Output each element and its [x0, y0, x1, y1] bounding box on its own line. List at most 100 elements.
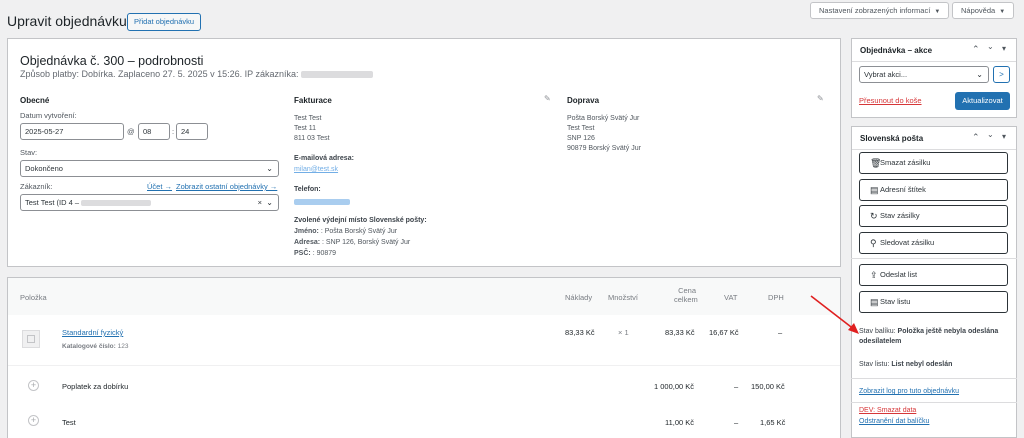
other-orders-link[interactable]: Zobrazit ostatní objednávky → [176, 182, 277, 191]
clear-icon[interactable]: × [258, 195, 262, 210]
order-items-panel: Položka Náklady Množství Cena celkem VAT … [7, 277, 841, 438]
order-actions-title: Objednávka – akce [860, 46, 933, 55]
order-meta-text: Způsob platby: Dobírka. Zaplaceno 27. 5.… [20, 69, 299, 79]
pickup-address-label: Adresa: [294, 239, 321, 246]
chevron-down-icon[interactable]: ⌄ [987, 130, 994, 139]
col-dph: DPH [768, 293, 784, 302]
shipping-line: 90879 Borský Svätý Jur [567, 145, 641, 152]
send-list-button[interactable]: ⇪ Odeslat list [859, 264, 1008, 286]
time-colon: : [172, 127, 175, 136]
pickup-zip-label: PSČ: [294, 250, 311, 257]
chevron-up-icon[interactable]: ⌃ [972, 44, 980, 55]
pickup-address: Adresa: : SNP 126, Borský Svätý Jur [294, 238, 410, 248]
order-details-panel: Objednávka č. 300 – podrobnosti Způsob p… [7, 38, 841, 267]
shipping-line: Test Test [567, 125, 595, 132]
col-total-l1: Cena [678, 286, 696, 295]
parcel-status-button[interactable]: ↻ Stav zásilky [859, 205, 1008, 227]
col-total: Cena celkem [674, 286, 698, 304]
annotation-arrow-icon [810, 295, 859, 334]
trash-icon: 🗑 [870, 158, 882, 168]
fee-dph: 1,65 Kč [760, 418, 786, 427]
date-created-label: Datum vytvoření: [20, 111, 77, 120]
sku-label: Katalogové číslo: [62, 343, 116, 350]
address-label-button[interactable]: ▤ Adresní štítek [859, 179, 1008, 201]
box-divider [852, 149, 1016, 150]
delete-parcel-button[interactable]: 🗑 Smazat zásilku [859, 152, 1008, 174]
help-button[interactable]: Nápověda ▼ [952, 2, 1015, 19]
list-status-value: List nebyl odeslán [891, 361, 953, 368]
button-label: Stav zásilky [880, 211, 920, 220]
button-label: Stav listu [880, 297, 911, 306]
chevron-down-icon: ⌄ [266, 164, 273, 173]
billing-line: Test 11 [294, 125, 317, 132]
document-icon: ▤ [870, 185, 879, 195]
email-link[interactable]: milan@test.sk [294, 166, 338, 173]
button-label: Adresní štítek [880, 185, 926, 194]
slovak-post-title: Slovenská pošta [860, 134, 924, 143]
search-icon: ⚲ [870, 238, 877, 248]
page-title: Upravit objednávku [7, 13, 127, 29]
col-item: Položka [20, 293, 47, 302]
list-status-label: Stav listu: [859, 361, 890, 368]
fee-dph: 150,00 Kč [751, 382, 785, 391]
chevron-down-icon: ⌄ [266, 198, 273, 207]
chevron-up-icon[interactable]: ⌃ [972, 132, 980, 143]
status-select[interactable]: Dokončeno ⌄ [20, 160, 279, 177]
box-divider [851, 258, 1017, 259]
customer-select[interactable]: Test Test (ID 4 – × ⌄ [20, 194, 279, 211]
status-value: Dokončeno [25, 164, 63, 173]
caret-down-icon[interactable]: ▾ [1002, 132, 1006, 141]
col-qty: Množství [608, 293, 639, 302]
at-sign: @ [127, 127, 135, 136]
hour-input[interactable]: 08 [138, 123, 170, 140]
fee-vat: – [734, 382, 739, 391]
order-heading: Objednávka č. 300 – podrobnosti [20, 54, 204, 68]
view-log-link[interactable]: Zobrazit log pro tuto objednávku [859, 388, 959, 395]
edit-shipping-pencil-icon[interactable]: ✎ [817, 94, 824, 103]
product-cost: 83,33 Kč [565, 328, 595, 337]
button-label: Sledovat zásilku [880, 238, 935, 247]
email-label: E-mailová adresa: [294, 155, 354, 162]
fee-total: 1 000,00 Kč [654, 382, 695, 391]
screen-options-button[interactable]: Nastavení zobrazených informací ▼ [810, 2, 950, 19]
fee-vat: – [734, 418, 739, 427]
order-action-value: Vybrat akci... [864, 70, 908, 79]
move-to-trash-link[interactable]: Přesunout do koše [859, 96, 922, 105]
product-sku: Katalogové číslo: 123 [62, 343, 129, 350]
dev-delete-link[interactable]: DEV: Smazat data [859, 407, 916, 414]
fee-total: 11,00 Kč [665, 418, 695, 427]
billing-line: Test Test [294, 115, 322, 122]
pickup-name-label: Jméno: [294, 228, 319, 235]
edit-billing-pencil-icon[interactable]: ✎ [544, 94, 551, 103]
parcel-status-text: Stav balíku: Položka ještě nebyla odeslá… [859, 327, 1009, 347]
button-label: Smazat zásilku [880, 158, 931, 167]
box-divider [851, 402, 1017, 403]
pickup-address-value: : SNP 126, Borský Svätý Jur [322, 239, 411, 246]
image-placeholder-icon [27, 335, 35, 343]
col-total-l2: celkem [674, 295, 698, 304]
pickup-name: Jméno: : Pošta Borský Svätý Jur [294, 227, 397, 237]
order-action-select[interactable]: Vybrat akci... ⌄ [859, 66, 989, 83]
product-qty: × 1 [618, 328, 629, 337]
remove-parcel-data-link[interactable]: Odstranění dat balíčku [859, 418, 929, 425]
list-status-button[interactable]: ▤ Stav listu [859, 291, 1008, 313]
customer-value: Test Test (ID 4 – [25, 198, 80, 207]
box-divider [851, 378, 1017, 379]
apply-action-button[interactable]: > [993, 66, 1010, 83]
caret-down-icon: ▼ [999, 9, 1006, 15]
add-order-button[interactable]: Přidat objednávku [127, 13, 202, 31]
list-status-text: Stav listu: List nebyl odeslán [859, 361, 1009, 368]
date-created-input[interactable]: 2025-05-27 [20, 123, 124, 140]
update-button[interactable]: Aktualizovat [955, 92, 1010, 110]
product-dph: – [778, 328, 783, 337]
billing-title: Fakturace [294, 96, 332, 105]
chevron-down-icon[interactable]: ⌄ [987, 42, 994, 51]
row-divider [8, 365, 840, 366]
caret-down-icon[interactable]: ▾ [1002, 44, 1006, 53]
refresh-icon: ↻ [870, 211, 878, 221]
minute-input[interactable]: 24 [176, 123, 208, 140]
track-parcel-button[interactable]: ⚲ Sledovat zásilku [859, 232, 1008, 254]
account-link[interactable]: Účet → [147, 182, 172, 191]
pickup-name-value: : Pošta Borský Svätý Jur [320, 228, 398, 235]
product-name-link[interactable]: Standardní fyzický [62, 328, 123, 337]
